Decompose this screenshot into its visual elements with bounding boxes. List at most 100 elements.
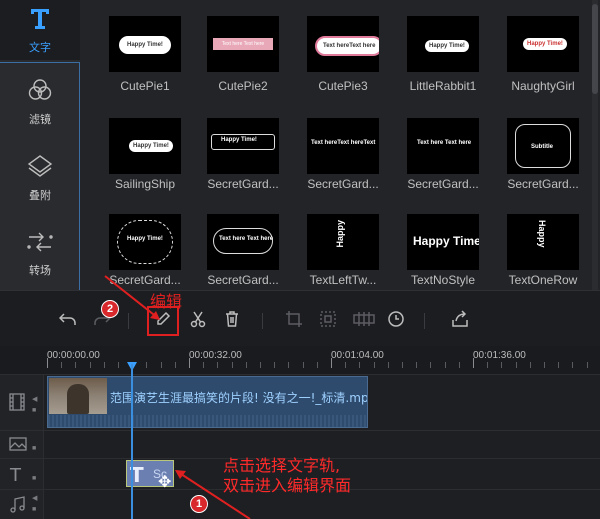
template-thumb-secretgarden-4[interactable]: Subtitle [507,118,579,174]
thumb-caption: Subtitle [531,144,553,150]
ruler-tick [388,362,389,368]
crop-button[interactable] [284,310,304,331]
transition-icon [26,231,54,258]
thumb-caption: Text here Text here [219,236,274,242]
thumb-caption: Happy Time! [129,140,173,152]
ruler-tick [90,362,91,368]
template-name: CutePie2 [218,79,268,93]
template-name: TextOneRow [508,273,578,287]
sidebar-item-transition[interactable]: 转场 [0,224,80,284]
template-name: SecretGard... [207,177,279,191]
speaker-icon[interactable]: ◀ [32,494,37,502]
toolbar-divider [128,313,129,329]
lock-icon[interactable]: ■ [32,407,36,414]
music-track-header: ◀ ■ [0,490,44,519]
thumb-caption: Happy Time! [127,236,163,242]
toolbar-divider [262,313,263,329]
ruler-tick [572,362,573,368]
ruler-tick [487,362,488,368]
delete-button[interactable] [222,310,242,333]
template-thumb-textonerow[interactable]: Happy [507,214,579,270]
ruler-tick [203,362,204,368]
ruler-tick [260,362,261,368]
playhead-line[interactable] [131,364,133,519]
thumb-caption: Text here Text here [417,140,472,146]
timeline-ruler[interactable]: 00:00:00.00 00:00:32.00 00:01:04.00 00:0… [0,346,600,374]
template-name: SailingShip [114,177,176,191]
thumb-caption: Happy [537,220,547,248]
sidebar-item-overlay[interactable]: 叠附 [0,148,80,208]
ruler-label: 00:01:36.00 [473,350,526,361]
scissors-icon [190,310,206,333]
undo-button[interactable] [58,311,78,331]
template-name: SecretGard... [307,177,379,191]
export-button[interactable] [450,309,470,333]
category-sidebar: 文字 滤镜 叠附 转场 [0,0,80,290]
sidebar-item-text[interactable]: 文字 [0,0,80,60]
template-name: SecretGard... [207,273,279,287]
ruler-tick [175,362,176,368]
template-thumb-secretgarden-2[interactable]: Text hereText hereText [307,118,379,174]
template-thumb-littlerabbit1[interactable]: Happy Time! [407,16,479,72]
image-track[interactable]: ■ [0,430,600,458]
template-name: NaughtyGirl [511,79,575,93]
mosaic-button[interactable] [353,311,375,331]
duration-button[interactable] [386,310,406,333]
ruler-tick [544,362,545,368]
clock-icon [387,310,405,333]
thumb-caption: Text hereText here [315,36,379,56]
template-thumb-cutepie3[interactable]: Text hereText here [307,16,379,72]
active-indicator [0,62,80,63]
ruler-tick [501,362,502,368]
template-thumb-secretgarden-1[interactable]: Happy Time! [207,118,279,174]
template-name: SecretGard... [407,177,479,191]
template-name: CutePie3 [318,79,368,93]
template-thumb-textlefttwo[interactable]: Happy [307,214,379,270]
timeline-toolbar [0,290,600,346]
cut-button[interactable] [188,311,208,331]
text-icon [29,6,51,35]
thumb-caption: Text here Text here [213,38,273,50]
ruler-tick [473,358,474,368]
template-name: TextLeftTw... [309,273,377,287]
template-name: LittleRabbit1 [409,79,477,93]
zoom-region-button[interactable] [318,310,338,331]
video-clip[interactable]: 范围演艺生涯最搞笑的片段! 没有之一!_标清.mp4 [47,376,368,428]
sidebar-item-label: 转场 [29,264,51,277]
template-thumb-sailingship[interactable]: Happy Time! [109,118,181,174]
template-name: SecretGard... [109,273,181,287]
instruction-annotation: 点击选择文字轨, 双击进入编辑界面 [223,456,351,496]
ruler-tick [303,362,304,368]
ruler-tick [217,362,218,368]
instruction-line: 双击进入编辑界面 [223,476,352,495]
template-thumb-textnostyle[interactable]: Happy Time [407,214,479,270]
template-thumb-secretgarden-5[interactable]: Happy Time! [109,214,181,270]
template-thumb-cutepie1[interactable]: Happy Time! [109,16,181,72]
ruler-tick [274,362,275,368]
ruler-tick [331,358,332,368]
ruler-tick [317,362,318,368]
speaker-icon[interactable]: ◀ [32,395,37,403]
template-thumb-cutepie2[interactable]: Text here Text here [207,16,279,72]
template-thumb-secretgarden-3[interactable]: Text here Text here [407,118,479,174]
thumb-caption: Happy Time! [119,36,171,54]
instruction-line: 点击选择文字轨, [223,456,341,475]
lock-icon[interactable]: ■ [32,475,36,482]
text-track-header: T ■ [0,459,44,489]
ruler-label: 00:00:00.00 [47,350,100,361]
sidebar-item-filter[interactable]: 滤镜 [0,72,80,132]
ruler-tick [118,362,119,368]
trash-icon [224,310,240,333]
toolbar-divider [424,313,425,329]
share-icon [451,309,469,333]
ruler-tick [161,362,162,368]
ruler-tick [61,362,62,368]
template-thumb-secretgarden-6[interactable]: Text here Text here [207,214,279,270]
ruler-tick [430,362,431,368]
template-thumb-naughtygirl[interactable]: Happy Time! [507,16,579,72]
grid-scrollbar-thumb[interactable] [592,4,598,94]
lock-icon[interactable]: ■ [32,506,36,513]
template-name: CutePie1 [120,79,170,93]
ruler-tick [459,362,460,368]
lock-icon[interactable]: ■ [32,445,36,452]
